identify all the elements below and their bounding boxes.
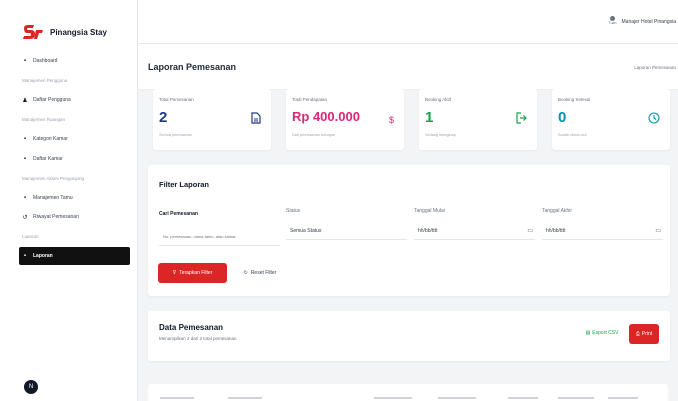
stat-desc: Sedang menginap [425,133,456,137]
sidebar-item-label: Daftar Pengguna [33,97,71,103]
sidebar-item-label: Kategori Kamar [33,136,68,142]
spreadsheet-icon: ▤ [585,330,591,336]
stat-desc: Dari pemesanan terbayar [292,133,335,137]
table-header-cell [160,397,194,399]
sidebar-item-label: Manajemen Tamu [33,194,73,201]
table-header-cell [228,397,262,399]
history-icon: ↺ [22,214,28,221]
sidebar-item-guests[interactable]: ▪ Manajemen Tamu [22,193,132,203]
table-header-cell [608,397,638,399]
table-header-cell [508,397,538,399]
sidebar-group-room-management: Manajemen Ruangan [22,117,66,122]
reset-filter-label: Reset Filter [250,270,277,276]
data-title: Data Pemesanan [159,323,224,332]
clock-icon [648,112,660,127]
sidebar-item-rooms[interactable]: ▪ Daftar Kamar [22,154,132,164]
table-header-cell [558,397,594,399]
document-icon [251,112,261,127]
stat-value: 0 [558,109,567,126]
data-subtitle: Menampilkan 2 dari 2 total pemesanan [159,336,237,341]
data-panel: Data Pemesanan Menampilkan 2 dari 2 tota… [148,311,670,361]
page-header: Laporan Pemesanan Laporan Pemesanan [138,44,678,90]
apply-filter-label: Terapkan Filter [179,270,213,276]
sidebar-item-room-categories[interactable]: ▪ Kategori Kamar [22,134,132,144]
sidebar-nav: ▪ Dashboard Manajemen Pengguna ♟ Daftar … [19,56,132,271]
sidebar-item-label: Dashboard [33,58,58,64]
user-menu[interactable]: Tuan Manajer Hotel Pinangsia [608,16,676,28]
export-csv-button[interactable]: ▤ Export CSV [578,325,626,341]
user-role: Tuan [608,21,617,25]
sidebar: Pinangsia Stay ▪ Dashboard Manajemen Pen… [0,0,138,401]
status-select-value: Semua Status [290,227,322,234]
sidebar-item-dashboard[interactable]: ▪ Dashboard [22,56,132,66]
sidebar-item-users[interactable]: ♟ Daftar Pengguna [22,95,132,105]
grid-icon: ▪ [23,136,27,142]
avatar[interactable]: N [24,380,38,394]
sidebar-item-label: Riwayat Pemesanan [33,214,79,220]
table-header-cell [438,397,476,399]
status-select[interactable]: Semua Status [286,222,407,240]
sidebar-item-label: Laporan [33,253,53,259]
user-name: Manajer Hotel Pinangsia [621,19,676,25]
sidebar-item-booking-history[interactable]: ↺ Riwayat Pemesanan [22,212,132,222]
apply-filter-button[interactable]: ⊽ Terapkan Filter [158,263,227,283]
stat-card-total-bookings: Total Pemesanan 2 Semua pemesanan [153,89,271,150]
checkin-icon [516,112,527,127]
sidebar-item-reports[interactable]: ▪ Laporan [19,247,132,265]
end-date-value: hh/bb/tttt [546,227,566,234]
start-date-input[interactable]: hh/bb/tttt ▭ [414,222,535,240]
user-icon: ♟ [22,97,28,104]
print-button[interactable]: ⎙ Print [629,324,659,344]
stat-label: Booking Selesai [558,97,591,102]
stat-desc: Sudah check-out [558,133,587,137]
stat-desc: Semua pemesanan [159,133,192,137]
report-icon: ▪ [23,253,27,259]
print-label: Print [641,331,653,337]
stat-label: Total Pemesanan [159,97,194,102]
search-input[interactable] [159,228,280,246]
stat-card-active-bookings: Booking Aktif 1 Sedang menginap [419,89,537,150]
bookings-table-header [148,384,668,401]
status-label: Status [286,208,301,214]
table-header-cell [374,397,412,399]
grid-icon: ▪ [23,58,27,64]
reset-icon: ↻ [243,270,248,276]
stat-value: 2 [159,109,168,126]
breadcrumb[interactable]: Laporan Pemesanan [634,65,676,70]
filter-title: Filter Laporan [159,180,210,189]
page-title: Laporan Pemesanan [148,62,237,72]
topbar: Tuan Manajer Hotel Pinangsia [138,0,678,44]
sidebar-group-reports: Laporan [22,234,39,239]
start-date-value: hh/bb/tttt [418,227,438,234]
bed-icon: ▪ [23,155,27,162]
sidebar-group-user-management: Manajemen Pengguna [22,78,68,83]
calendar-icon[interactable]: ▭ [655,227,661,234]
users-icon: ▪ [23,194,27,201]
stat-label: Booking Aktif [425,97,452,102]
sidebar-item-label: Daftar Kamar [33,155,63,162]
stat-label: Total Pendapatan [292,97,328,102]
brand-logo-icon [23,25,43,39]
search-label: Cari Pemesanan [159,211,198,217]
reset-filter-button[interactable]: ↻ Reset Filter [231,263,289,283]
end-date-label: Tanggal Akhir [542,208,573,214]
stat-value: Rp 400.000 [292,109,360,124]
printer-icon: ⎙ [635,331,640,337]
brand[interactable]: Pinangsia Stay [22,22,107,42]
filter-icon: ⊽ [172,270,177,276]
end-date-input[interactable]: hh/bb/tttt ▭ [542,222,663,240]
currency-icon: $ [388,115,394,125]
stat-value: 1 [425,109,434,126]
sidebar-group-visitor-access: Manajemen Akses Pengunjung [22,175,85,181]
calendar-icon[interactable]: ▭ [527,227,533,234]
stat-card-total-revenue: Total Pendapatan Rp 400.000 Dari pemesan… [286,89,404,150]
user-avatar-icon: Tuan [608,16,618,28]
export-csv-label: Export CSV [592,330,619,336]
stat-card-completed-bookings: Booking Selesai 0 Sudah check-out [552,89,670,150]
brand-name: Pinangsia Stay [50,27,107,37]
start-date-label: Tanggal Mulai [414,208,445,214]
